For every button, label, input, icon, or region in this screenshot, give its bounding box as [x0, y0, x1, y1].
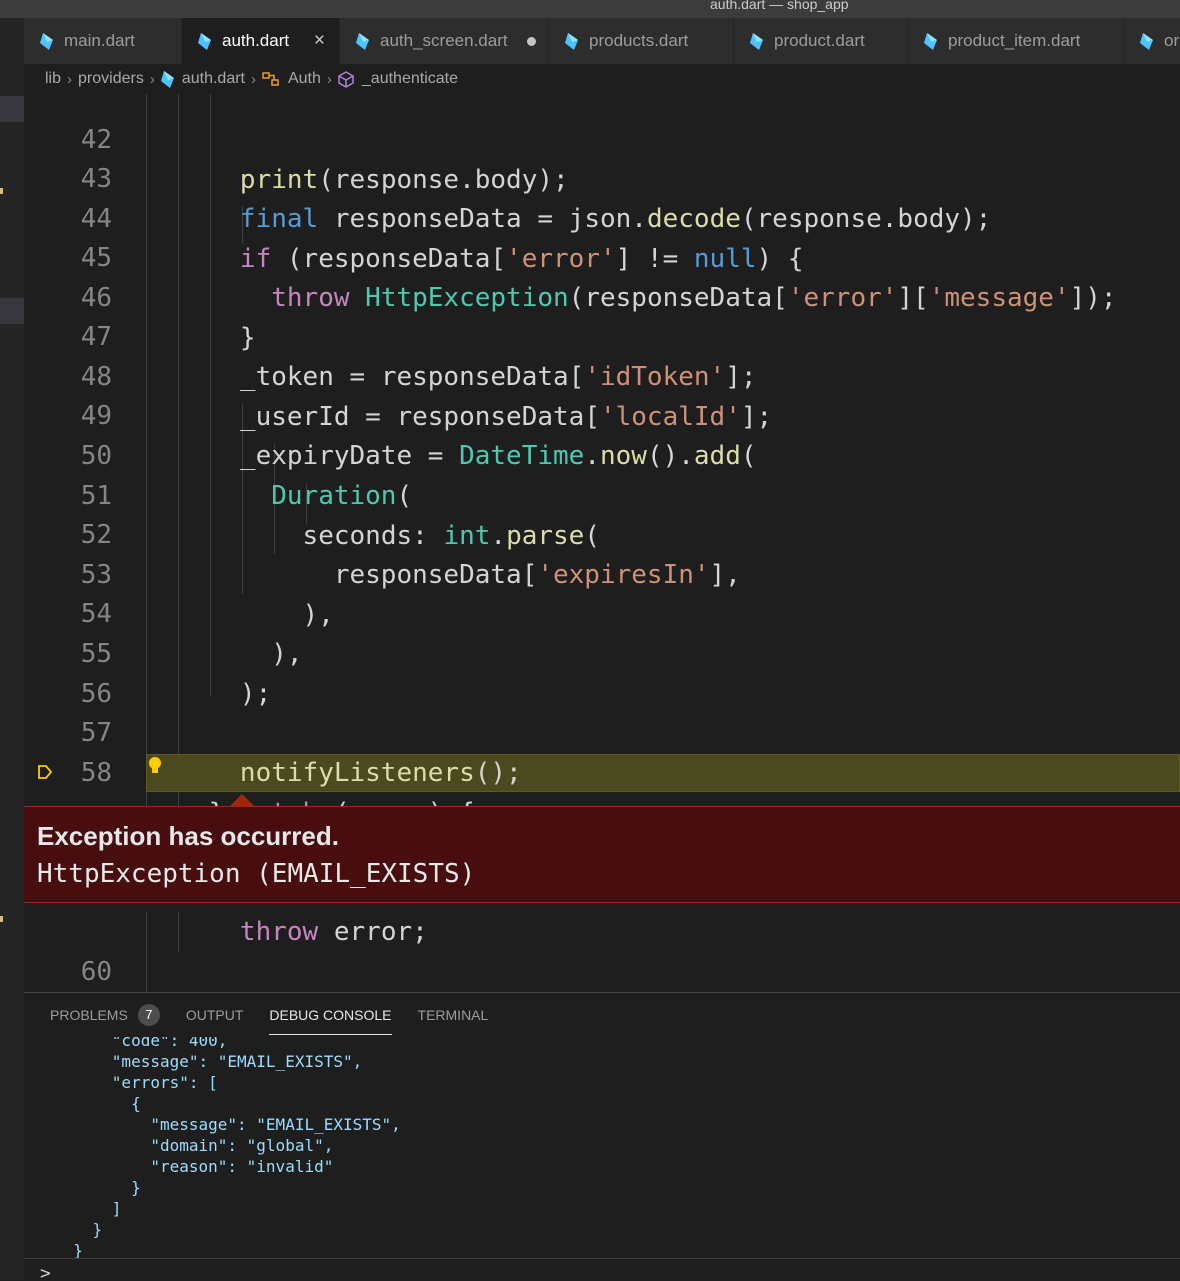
code-line: 48 _userId = responseData['localId']; — [80, 362, 773, 432]
code-line: 53 ), — [80, 560, 334, 630]
code-line: 55 ); — [80, 639, 272, 709]
breadcrumb-class[interactable]: Auth — [288, 70, 321, 88]
console-line: { — [54, 1094, 141, 1113]
console-line: "domain": "global", — [54, 1136, 334, 1155]
problems-count-badge: 7 — [137, 1004, 160, 1026]
modified-dot-icon — [527, 37, 536, 46]
tab-product-dart[interactable]: product.dart — [734, 18, 908, 64]
panel-tabs: PROBLEMS 7 OUTPUT DEBUG CONSOLE TERMINAL — [50, 1004, 514, 1035]
bottom-panel: PROBLEMS 7 OUTPUT DEBUG CONSOLE TERMINAL… — [24, 992, 1180, 1281]
chevron-right-icon: › — [326, 70, 332, 88]
tab-products-dart[interactable]: products.dart — [549, 18, 734, 64]
code-line: 57 notifyListeners(); — [80, 718, 522, 788]
activity-marker — [0, 96, 24, 122]
lightbulb-icon[interactable] — [148, 756, 162, 776]
code-line: 54 ), — [80, 599, 303, 669]
editor-tabs: main.dart auth.dart × auth_screen.dart p… — [24, 18, 1180, 64]
tab-label: or — [1164, 31, 1180, 50]
console-prompt[interactable]: > — [40, 1263, 51, 1281]
close-icon[interactable]: × — [314, 30, 325, 52]
activity-warning-dot — [0, 188, 3, 194]
dart-file-icon — [750, 32, 763, 50]
tab-auth-dart[interactable]: auth.dart × — [182, 18, 340, 64]
activity-marker-active — [0, 298, 24, 324]
console-line: "errors": [ — [54, 1073, 218, 1092]
tab-output[interactable]: OUTPUT — [186, 1007, 244, 1035]
window-title: auth.dart — shop_app — [710, 0, 849, 12]
tab-label: auth_screen.dart — [380, 31, 508, 50]
code-line: 45 throw HttpException(responseData['err… — [80, 243, 1117, 313]
code-line-current: 59 throw error; — [24, 752, 1180, 947]
breadcrumb-subfolder[interactable]: providers — [78, 70, 144, 88]
method-icon — [338, 70, 354, 88]
exception-message: HttpException (EMAIL_EXISTS) — [37, 859, 476, 889]
chevron-right-icon: › — [250, 70, 256, 88]
tab-terminal[interactable]: TERMINAL — [418, 1007, 489, 1035]
code-line: 61 } — [24, 951, 1180, 991]
tab-label: main.dart — [64, 31, 135, 50]
breadcrumb-file[interactable]: auth.dart — [182, 70, 245, 88]
code-line: 58 } catch (error) { — [80, 758, 475, 828]
tab-label: product_item.dart — [948, 31, 1081, 50]
dart-file-icon — [198, 32, 211, 50]
console-line: ] — [54, 1199, 122, 1218]
console-line: } — [54, 1220, 103, 1239]
tab-auth-screen-dart[interactable]: auth_screen.dart — [340, 18, 549, 64]
exception-pointer — [230, 794, 254, 806]
exception-widget: Exception has occurred. HttpException (E… — [24, 806, 1180, 903]
code-line: 44 if (responseData['error'] != null) { — [80, 204, 804, 274]
dart-file-icon — [1140, 32, 1153, 50]
tab-overflow[interactable]: or — [1124, 18, 1180, 64]
console-line: "reason": "invalid" — [54, 1157, 334, 1176]
class-icon — [262, 71, 280, 87]
dart-file-icon — [40, 32, 53, 50]
breadcrumb: lib › providers › auth.dart › Auth › _au… — [24, 64, 1180, 94]
tab-product-item-dart[interactable]: product_item.dart — [908, 18, 1124, 64]
exception-heading: Exception has occurred. — [37, 821, 339, 851]
chevron-right-icon: › — [149, 70, 155, 88]
console-line: } — [54, 1178, 141, 1197]
tab-label: product.dart — [774, 31, 865, 50]
tab-label: auth.dart — [222, 31, 290, 50]
code-line: 43 final responseData = json.decode(resp… — [80, 164, 992, 234]
activity-bar — [0, 18, 25, 1280]
code-line: 60 } — [80, 957, 112, 987]
code-line: 47 _token = responseData['idToken']; — [80, 322, 757, 392]
console-input-divider — [24, 1258, 1180, 1259]
code-line: 52 responseData['expiresIn'], — [80, 520, 741, 590]
code-line: 42 print(response.body); — [80, 125, 569, 195]
chevron-right-icon: › — [67, 70, 73, 88]
code-line: 50 Duration( — [80, 441, 413, 511]
dart-file-icon — [356, 32, 369, 50]
breadcrumb-method[interactable]: _authenticate — [362, 70, 458, 88]
code-line: 51 seconds: int.parse( — [80, 481, 600, 551]
tab-debug-console[interactable]: DEBUG CONSOLE — [269, 1007, 392, 1035]
console-line: "message": "EMAIL_EXISTS", — [54, 1052, 363, 1071]
code-line: 46 } — [80, 283, 256, 353]
debug-console-output[interactable]: "code": 400, "message": "EMAIL_EXISTS", … — [24, 1037, 1180, 1281]
breakpoint-arrow-icon[interactable] — [37, 764, 53, 780]
dart-file-icon — [160, 70, 174, 88]
code-editor[interactable]: 42 print(response.body); 43 final respon… — [24, 94, 1180, 992]
dart-file-icon — [565, 32, 578, 50]
breadcrumb-folder[interactable]: lib — [45, 70, 61, 88]
console-line: "code": 400, — [54, 1037, 228, 1050]
tab-main-dart[interactable]: main.dart — [24, 18, 182, 64]
console-line: "message": "EMAIL_EXISTS", — [54, 1115, 401, 1134]
tab-label: products.dart — [589, 31, 689, 50]
activity-warning-dot-2 — [0, 916, 3, 922]
code-line: 49 _expiryDate = DateTime.now().add( — [80, 401, 757, 471]
code-line: 56 — [80, 679, 112, 709]
dart-file-icon — [924, 32, 937, 50]
tab-problems[interactable]: PROBLEMS 7 — [50, 1004, 160, 1035]
title-bar: auth.dart — shop_app — [0, 0, 1180, 18]
